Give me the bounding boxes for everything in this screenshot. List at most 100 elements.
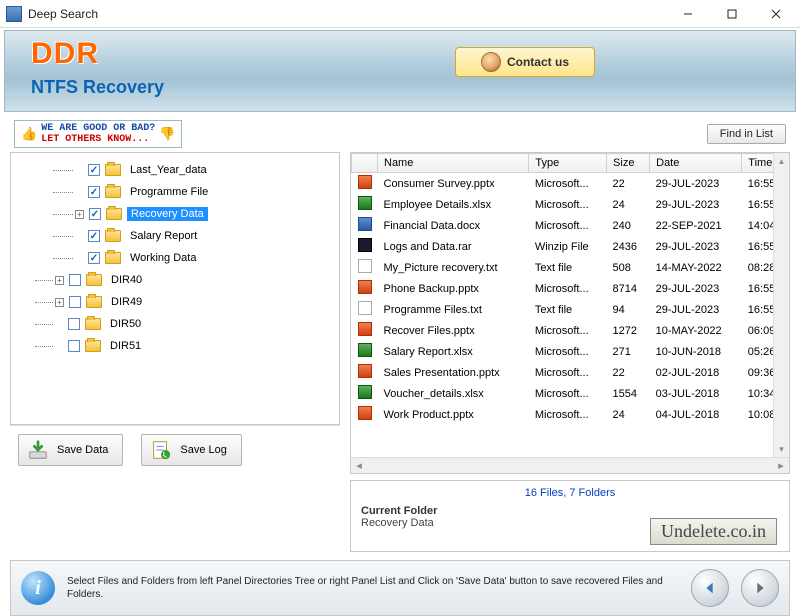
cell-size: 1272 [607,320,650,341]
cell-name: Recover Files.pptx [378,320,529,341]
cell-name: Financial Data.docx [378,215,529,236]
summary-panel: 16 Files, 7 Folders Current Folder Recov… [350,480,790,552]
folder-icon [105,252,121,264]
cell-name: Programme Files.txt [378,299,529,320]
cell-size: 22 [607,173,650,195]
folder-icon [105,186,121,198]
cell-type: Microsoft... [529,278,607,299]
next-button[interactable] [741,569,779,607]
tree-item[interactable]: ✓ Last_Year_data [15,159,335,181]
tree-item[interactable]: + DIR40 [15,269,335,291]
table-row[interactable]: Phone Backup.pptx Microsoft... 8714 29-J… [352,278,789,299]
folder-icon [106,208,122,220]
cell-date: 29-JUL-2023 [650,236,742,257]
cell-size: 8714 [607,278,650,299]
promo-banner[interactable]: 👍 WE ARE GOOD OR BAD? LET OTHERS KNOW...… [14,120,182,148]
table-row[interactable]: Employee Details.xlsx Microsoft... 24 29… [352,194,789,215]
checkbox[interactable]: ✓ [88,252,100,264]
expander-icon[interactable]: + [55,276,64,285]
table-row[interactable]: My_Picture recovery.txt Text file 508 14… [352,257,789,278]
left-actions: Save Data Save Log [10,425,340,474]
cell-name: Employee Details.xlsx [378,194,529,215]
checkbox[interactable]: ✓ [88,164,100,176]
cell-type: Microsoft... [529,383,607,404]
maximize-button[interactable] [710,0,754,28]
cell-date: 14-MAY-2022 [650,257,742,278]
checkbox[interactable] [69,274,81,286]
folder-icon [85,340,101,352]
expander-icon[interactable]: + [55,298,64,307]
checkbox[interactable]: ✓ [89,208,101,220]
table-row[interactable]: Programme Files.txt Text file 94 29-JUL-… [352,299,789,320]
tree-item[interactable]: ✓ Programme File [15,181,335,203]
thumbs-down-icon: 👎 [159,127,175,142]
tree-item[interactable]: ✓ Working Data [15,247,335,269]
col-name[interactable]: Name [378,154,529,173]
horizontal-scrollbar[interactable]: ◂▸ [351,457,789,473]
checkbox[interactable]: ✓ [88,230,100,242]
tree-item[interactable]: + DIR49 [15,291,335,313]
save-data-button[interactable]: Save Data [18,434,123,466]
expander-icon[interactable]: + [75,210,84,219]
watermark: Undelete.co.in [650,518,777,545]
file-icon [358,217,372,231]
minimize-button[interactable] [666,0,710,28]
cell-date: 29-JUL-2023 [650,194,742,215]
checkbox[interactable] [69,296,81,308]
file-icon [358,406,372,420]
col-type[interactable]: Type [529,154,607,173]
table-row[interactable]: Voucher_details.xlsx Microsoft... 1554 0… [352,383,789,404]
checkbox[interactable]: ✓ [88,186,100,198]
checkbox[interactable] [68,318,80,330]
close-button[interactable] [754,0,798,28]
col-size[interactable]: Size [607,154,650,173]
cell-size: 94 [607,299,650,320]
tree-item[interactable]: + ✓ Recovery Data [15,203,335,225]
product-subtitle: NTFS Recovery [31,77,164,98]
cell-size: 24 [607,194,650,215]
cell-size: 508 [607,257,650,278]
contact-us-button[interactable]: Contact us [455,47,595,77]
save-log-label: Save Log [180,444,226,456]
vertical-scrollbar[interactable]: ▴▾ [773,153,789,457]
cell-size: 24 [607,404,650,425]
tree-item[interactable]: ✓ Salary Report [15,225,335,247]
file-icon [358,175,372,189]
cell-name: Consumer Survey.pptx [378,173,529,195]
cell-name: Work Product.pptx [378,404,529,425]
cell-type: Microsoft... [529,173,607,195]
brand-logo: DDR [31,37,99,71]
file-icon [358,301,372,315]
table-row[interactable]: Salary Report.xlsx Microsoft... 271 10-J… [352,341,789,362]
folder-tree[interactable]: ✓ Last_Year_data ✓ Programme File + ✓ Re… [10,152,340,425]
table-row[interactable]: Consumer Survey.pptx Microsoft... 22 29-… [352,173,789,195]
file-icon [358,343,372,357]
tree-item[interactable]: DIR50 [15,313,335,335]
cell-type: Text file [529,299,607,320]
table-row[interactable]: Financial Data.docx Microsoft... 240 22-… [352,215,789,236]
cell-size: 1554 [607,383,650,404]
cell-date: 29-JUL-2023 [650,173,742,195]
app-icon [6,6,22,22]
cell-name: Salary Report.xlsx [378,341,529,362]
table-row[interactable]: Sales Presentation.pptx Microsoft... 22 … [352,362,789,383]
table-row[interactable]: Work Product.pptx Microsoft... 24 04-JUL… [352,404,789,425]
tree-item-label: Working Data [126,251,200,265]
save-data-icon [27,439,49,461]
tree-item[interactable]: DIR51 [15,335,335,357]
checkbox[interactable] [68,340,80,352]
back-button[interactable] [691,569,729,607]
file-list[interactable]: Name Type Size Date Time Consumer Survey… [351,153,789,457]
find-in-list-button[interactable]: Find in List [707,124,786,144]
cell-date: 10-MAY-2022 [650,320,742,341]
cell-name: My_Picture recovery.txt [378,257,529,278]
file-folder-count: 16 Files, 7 Folders [361,487,779,499]
save-data-label: Save Data [57,444,108,456]
folder-icon [105,230,121,242]
cell-date: 10-JUN-2018 [650,341,742,362]
col-date[interactable]: Date [650,154,742,173]
save-log-icon [150,439,172,461]
table-row[interactable]: Logs and Data.rar Winzip File 2436 29-JU… [352,236,789,257]
table-row[interactable]: Recover Files.pptx Microsoft... 1272 10-… [352,320,789,341]
save-log-button[interactable]: Save Log [141,434,241,466]
